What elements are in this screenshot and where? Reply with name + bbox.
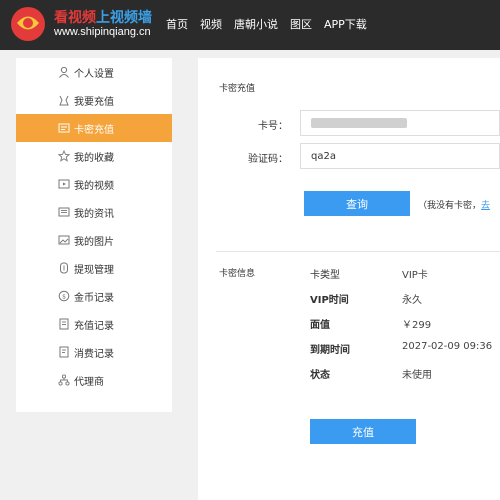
no-card-hint: （我没有卡密，去 [418,198,490,211]
sidebar-item-my-videos[interactable]: 我的视频 [16,170,172,198]
site-name-part-a: 看视频 [54,10,96,26]
sidebar-item-label: 我要充值 [74,96,114,108]
withdraw-icon [60,262,68,274]
nav-video[interactable]: 视频 [200,16,222,32]
face-value-value: ￥299 [402,320,432,331]
captcha-input[interactable]: qa2a [300,143,500,169]
sidebar-item-my-news[interactable]: 我的资讯 [16,198,172,226]
sidebar-item-label: 提现管理 [74,264,114,276]
card-type-key: 卡类型 [310,270,340,281]
sidebar-item-label: 消费记录 [74,348,114,360]
nav-gallery[interactable]: 图区 [290,16,312,32]
sidebar-item-my-images[interactable]: 我的图片 [16,226,172,254]
query-button[interactable]: 查询 [304,191,410,216]
logo-icon[interactable] [10,6,46,42]
sidebar-item-label: 卡密充值 [74,124,114,136]
sidebar-item-label: 代理商 [74,376,104,388]
vip-time-value: 永久 [402,295,422,306]
user-sidebar: 个人设置 我要充值 卡密充值 我的收藏 我的视频 我的资讯 我的图片 提现管理 … [16,58,172,412]
vip-time-key: VIP时间 [310,295,349,306]
recharge-button[interactable]: 充值 [310,419,416,444]
sidebar-item-settings[interactable]: 个人设置 [16,58,172,86]
card-info-section-title: 卡密信息 [219,269,256,279]
captcha-value: qa2a [311,150,336,162]
top-header: 看视频上视频墙 www.shipinqiang.cn 首页 视频 唐朝小说 图区… [0,0,500,50]
sidebar-item-label: 我的图片 [74,236,114,248]
card-number-label: 卡号： [258,121,288,132]
sidebar-item-coin-records[interactable]: $ 金币记录 [16,282,172,310]
image-icon [58,235,70,245]
section-divider [216,251,500,252]
card-number-value-masked [311,118,407,128]
sidebar-item-withdraw[interactable]: 提现管理 [16,254,172,282]
video-icon [58,179,70,189]
site-name[interactable]: 看视频上视频墙 [54,7,152,27]
svg-text:$: $ [62,293,66,300]
sidebar-item-card-recharge[interactable]: 卡密充值 [16,114,172,142]
card-icon [58,123,70,133]
consume-record-icon [59,346,69,358]
sidebar-item-recharge-records[interactable]: 充值记录 [16,310,172,338]
card-number-input[interactable] [300,110,500,136]
face-value-key: 面值 [310,320,330,331]
main-nav: 首页 视频 唐朝小说 图区 APP下载 [166,16,379,32]
site-url: www.shipinqiang.cn [54,26,151,38]
nav-home[interactable]: 首页 [166,16,188,32]
expire-time-value: 2027-02-09 09:36 [402,341,493,352]
nav-app-download[interactable]: APP下载 [324,16,367,32]
nav-novel[interactable]: 唐朝小说 [234,16,278,32]
agent-icon [58,374,70,386]
star-icon [58,150,70,162]
sidebar-item-consume-records[interactable]: 消费记录 [16,338,172,366]
card-type-value: VIP卡 [402,270,428,281]
sidebar-item-recharge[interactable]: 我要充值 [16,86,172,114]
buy-card-link[interactable]: 去 [481,201,490,211]
recharge-section-title: 卡密充值 [219,84,256,94]
captcha-label: 验证码： [248,154,288,165]
sidebar-item-label: 充值记录 [74,320,114,332]
no-card-hint-text: （我没有卡密， [418,201,482,211]
recharge-record-icon [59,318,69,330]
status-value: 未使用 [402,370,432,381]
sidebar-item-label: 金币记录 [74,292,114,304]
wallet-icon [59,95,69,106]
sidebar-item-label: 个人设置 [74,68,114,80]
coin-icon: $ [58,290,70,302]
sidebar-item-agent[interactable]: 代理商 [16,366,172,394]
user-icon [59,66,69,78]
sidebar-item-label: 我的资讯 [74,208,114,220]
expire-time-key: 到期时间 [310,345,350,356]
news-icon [58,207,70,217]
sidebar-item-label: 我的收藏 [74,152,114,164]
sidebar-item-label: 我的视频 [74,180,114,192]
status-key: 状态 [310,370,330,381]
sidebar-item-favorites[interactable]: 我的收藏 [16,142,172,170]
site-name-part-b: 上视频墙 [96,10,152,26]
